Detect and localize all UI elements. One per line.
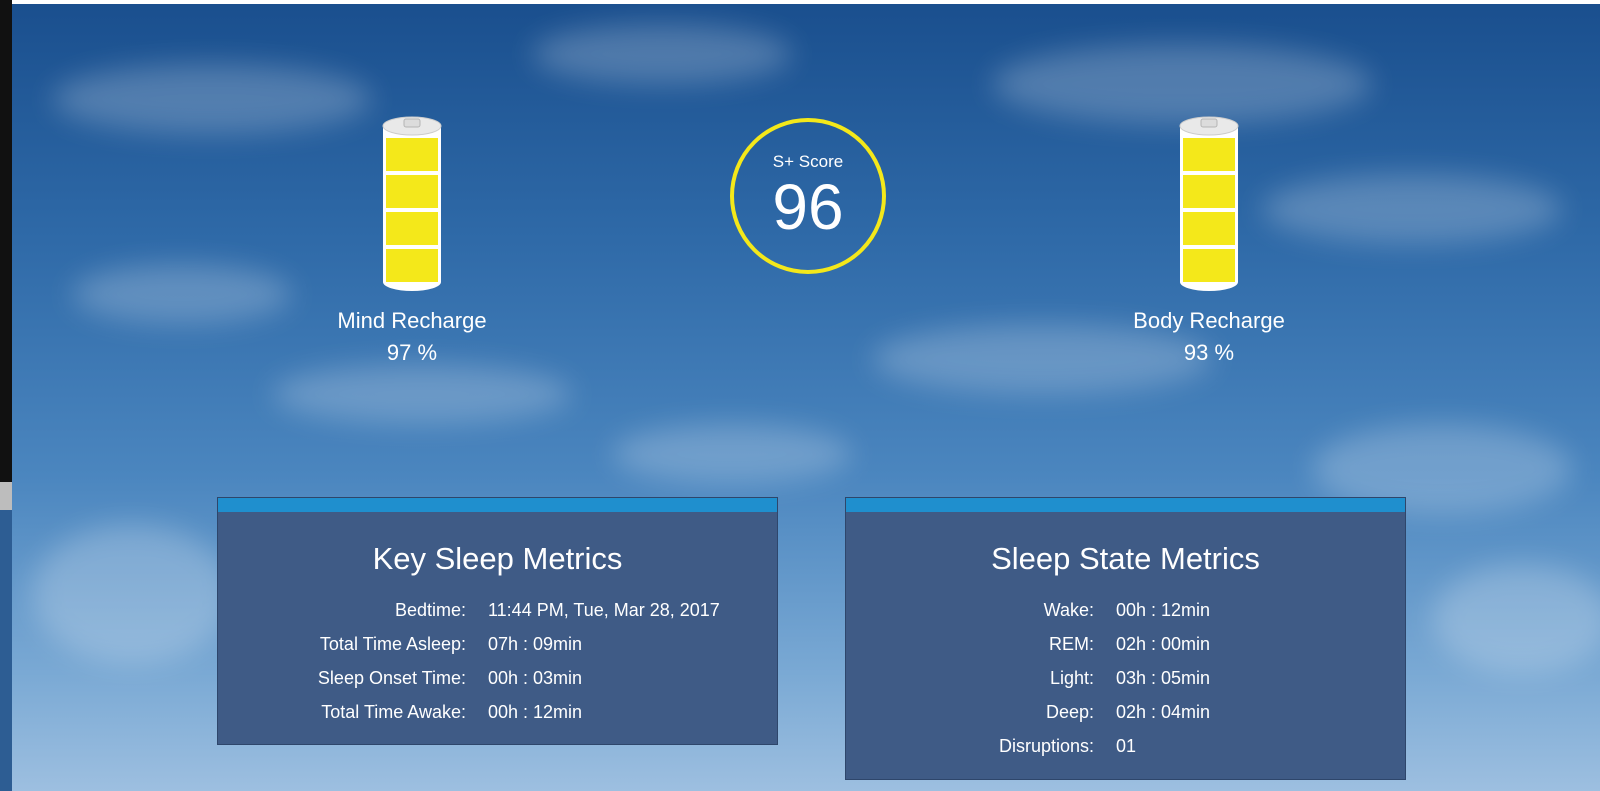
metric-value: 03h : 05min — [1116, 667, 1211, 688]
battery-cell — [1183, 212, 1235, 245]
battery-cell — [1183, 249, 1235, 282]
battery-cell — [1183, 138, 1235, 171]
mind-recharge: Mind Recharge 97 % — [302, 116, 522, 366]
metric-value: 11:44 PM, Tue, Mar 28, 2017 — [488, 599, 720, 620]
metric-label: Total Time Awake: — [321, 701, 466, 722]
key-sleep-metrics-title: Key Sleep Metrics — [372, 541, 623, 576]
metric-row: Sleep Onset Time: 00h : 03min — [218, 661, 777, 695]
key-sleep-metrics-panel: Key Sleep Metrics Bedtime: 11:44 PM, Tue… — [217, 497, 778, 745]
metric-row: Total Time Asleep: 07h : 09min — [218, 627, 777, 661]
battery-cell — [386, 212, 438, 245]
mind-battery-icon — [382, 116, 442, 292]
metric-label: Wake: — [1043, 599, 1094, 620]
metric-label: Disruptions: — [998, 735, 1094, 756]
panel-accent-bar — [846, 498, 1405, 512]
score-label: S+ Score — [772, 152, 844, 171]
metric-value: 02h : 04min — [1116, 701, 1211, 722]
metric-label: Total Time Asleep: — [319, 633, 466, 654]
metric-label: Light: — [1049, 667, 1094, 688]
metric-label: Bedtime: — [394, 599, 466, 620]
key-sleep-metrics-list: Bedtime: 11:44 PM, Tue, Mar 28, 2017 Tot… — [218, 593, 777, 729]
body-recharge-value: 93 % — [1183, 340, 1235, 365]
sleep-state-metrics-list: Wake: 00h : 12min REM: 02h : 00min Light… — [846, 593, 1405, 763]
metric-row: Total Time Awake: 00h : 12min — [218, 695, 777, 729]
battery-cell — [386, 249, 438, 282]
metric-value: 00h : 03min — [488, 667, 583, 688]
app-page: Mind Recharge 97 % S+ Score 96 Body Rech… — [0, 0, 1600, 791]
metric-label: REM: — [1049, 633, 1094, 654]
sleep-state-metrics-panel: Sleep State Metrics Wake: 00h : 12min RE… — [845, 497, 1406, 780]
metric-label: Sleep Onset Time: — [317, 667, 466, 688]
metric-row: Disruptions: 01 — [846, 729, 1405, 763]
window-edge — [0, 0, 12, 791]
battery-cell — [1183, 175, 1235, 208]
body-recharge: Body Recharge 93 % — [1099, 116, 1319, 366]
battery-cell — [386, 175, 438, 208]
body-recharge-label: Body Recharge — [1133, 308, 1285, 333]
sleep-score: S+ Score 96 — [730, 118, 886, 274]
metric-row: Light: 03h : 05min — [846, 661, 1405, 695]
metric-value: 02h : 00min — [1116, 633, 1211, 654]
mind-recharge-value: 97 % — [386, 340, 438, 365]
mind-battery-graphic — [382, 116, 442, 291]
metric-label: Deep: — [1045, 701, 1094, 722]
battery-cell — [386, 138, 438, 171]
metric-row: Deep: 02h : 04min — [846, 695, 1405, 729]
metric-row: Bedtime: 11:44 PM, Tue, Mar 28, 2017 — [218, 593, 777, 627]
metric-value: 00h : 12min — [1116, 599, 1211, 620]
edge-tab — [0, 482, 12, 510]
panel-accent-bar — [218, 498, 777, 512]
mind-recharge-label: Mind Recharge — [337, 308, 487, 333]
metric-value: 01 — [1116, 735, 1137, 756]
metric-row: Wake: 00h : 12min — [846, 593, 1405, 627]
metric-value: 07h : 09min — [488, 633, 583, 654]
score-value: 96 — [772, 171, 844, 243]
metric-value: 00h : 12min — [488, 701, 583, 722]
body-battery-icon — [1179, 116, 1239, 292]
body-battery-graphic — [1179, 116, 1239, 291]
metric-row: REM: 02h : 00min — [846, 627, 1405, 661]
edge-bottom — [0, 510, 12, 791]
sleep-state-metrics-title: Sleep State Metrics — [991, 541, 1260, 576]
